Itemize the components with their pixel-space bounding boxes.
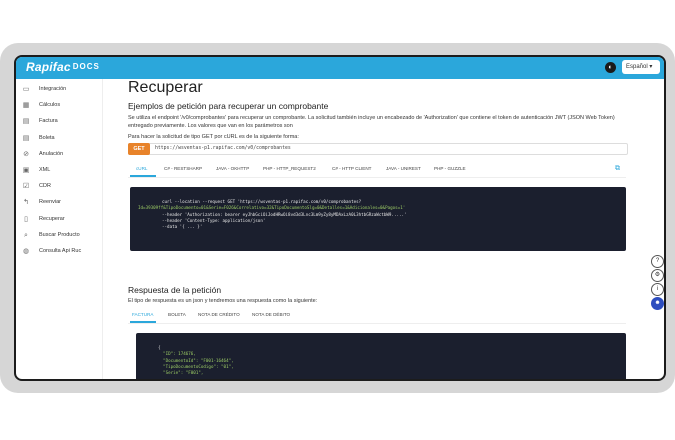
code-line: --data '{ ... }' bbox=[162, 224, 203, 230]
sidebar-item-factura[interactable]: ▤ Factura bbox=[22, 115, 58, 127]
sidebar-item-label: Factura bbox=[39, 118, 58, 125]
sidebar-item-integración[interactable]: ▭ Integración bbox=[22, 83, 67, 95]
tab-php-guzzle[interactable]: PHP - GUZZLE bbox=[434, 166, 466, 171]
sidebar-icon: ▭ bbox=[22, 86, 30, 93]
tab-boleta[interactable]: BOLETA bbox=[168, 312, 186, 317]
section-description: Se utiliza el endpoint '/v0/comprobantes… bbox=[128, 115, 615, 129]
sidebar-item-xml[interactable]: ▣ XML bbox=[22, 164, 51, 176]
app-window: Rapifac DOCS ◐ Español ▾ ▭ Integración ▦ Cál… bbox=[14, 55, 666, 381]
sidebar-item-boleta[interactable]: ▤ Boleta bbox=[22, 132, 55, 144]
tab-java-unirest[interactable]: JAVA - UNIREST bbox=[386, 166, 421, 171]
help-icon[interactable]: ? bbox=[651, 255, 664, 268]
tab-nota-de-crédito[interactable]: NOTA DE CRÉDITO bbox=[198, 312, 240, 317]
active-tab-indicator bbox=[130, 175, 156, 177]
request-code-block: curl --location --request GET 'https://w… bbox=[130, 187, 626, 251]
info-icon[interactable]: i bbox=[651, 283, 664, 296]
tab-java-okhttp[interactable]: JAVA - OKHTTP bbox=[216, 166, 249, 171]
endpoint-bar: GET https://wsventas-p1.rapifac.com/v0/c… bbox=[128, 143, 628, 155]
code-line: "DocumentoId": "F001-16464", bbox=[158, 357, 234, 363]
sidebar-icon: ⊘ bbox=[23, 150, 29, 158]
sidebar-item-label: Anulación bbox=[39, 150, 64, 157]
response-code-block: { "ID": 174676, "DocumentoId": "F001-164… bbox=[136, 333, 626, 379]
request-tabs: ⧉ cURL C# - RESTSHARP JAVA - OKHTTP PHP - H… bbox=[128, 163, 626, 178]
sidebar-item-recuperar[interactable]: ▯ Recuperar bbox=[22, 213, 65, 225]
main-content: Recuperar Ejemplos de petición para recu… bbox=[128, 79, 648, 379]
response-code: { "ID": 174676, "DocumentoId": "F001-164… bbox=[158, 345, 234, 376]
sidebar-icon: ↰ bbox=[23, 199, 29, 207]
sidebar-item-label: Reenviar bbox=[39, 199, 62, 206]
sidebar-icon: ☑ bbox=[22, 183, 30, 191]
tab-c-restsharp[interactable]: C# - RESTSHARP bbox=[164, 166, 202, 171]
tab-php-http-request2[interactable]: PHP - HTTP_REQUEST2 bbox=[263, 166, 316, 171]
sidebar-item-label: CDR bbox=[39, 183, 51, 190]
response-tabs: FACTURA BOLETA NOTA DE CRÉDITO NOTA DE DÉBI… bbox=[128, 309, 626, 324]
sidebar-item-buscar-producto[interactable]: ⌕ Buscar Producto bbox=[22, 229, 80, 241]
sidebar-icon: ◍ bbox=[22, 248, 30, 255]
settings-icon[interactable]: ⚙ bbox=[651, 269, 664, 282]
sidebar-icon: ⌕ bbox=[24, 231, 28, 239]
sidebar-item-label: Cálculos bbox=[39, 102, 61, 109]
section-title-examples: Ejemplos de petición para recuperar un c… bbox=[128, 101, 329, 111]
code-line: Id=39309ff&TipoDocumento=01&Serie=F026&C… bbox=[138, 205, 406, 211]
sidebar-item-label: XML bbox=[39, 167, 51, 173]
sidebar-icon: ▣ bbox=[22, 167, 30, 174]
section-description-curl: Para hacer la solicitud de tipo GET por … bbox=[128, 134, 299, 140]
sidebar-icon: ▤ bbox=[22, 118, 30, 126]
sidebar-item-label: Consulta Api Ruc bbox=[39, 248, 82, 254]
page-title: Recuperar bbox=[128, 79, 203, 96]
section-title-response: Respuesta de la petición bbox=[128, 285, 222, 295]
sidebar-item-anulación[interactable]: ⊘ Anulación bbox=[22, 148, 63, 160]
contrast-icon[interactable]: ◐ bbox=[605, 62, 616, 73]
sidebar: ▭ Integración ▦ Cálculos ▤ Factura ▤ Boleta ⊘ Anu… bbox=[16, 79, 103, 379]
top-bar: Rapifac DOCS ◐ Español ▾ bbox=[16, 57, 664, 79]
sidebar-item-label: Integración bbox=[39, 86, 67, 92]
sidebar-item-label: Recuperar bbox=[39, 215, 65, 222]
language-select[interactable]: Español ▾ bbox=[622, 60, 660, 74]
sidebar-item-cálculos[interactable]: ▦ Cálculos bbox=[22, 99, 60, 111]
sidebar-icon: ▤ bbox=[22, 134, 30, 142]
sidebar-item-label: Boleta bbox=[39, 134, 55, 141]
sidebar-item-reenviar[interactable]: ↰ Reenviar bbox=[22, 196, 61, 208]
sidebar-item-consulta-api-ruc[interactable]: ◍ Consulta Api Ruc bbox=[22, 245, 81, 257]
logo[interactable]: Rapifac DOCS bbox=[26, 60, 100, 74]
request-code: curl --location --request GET 'https://w… bbox=[138, 199, 407, 230]
code-line: "Serie": "F001", bbox=[158, 370, 204, 376]
sidebar-icon: ▦ bbox=[22, 102, 30, 110]
sidebar-item-cdr[interactable]: ☑ CDR bbox=[22, 180, 51, 192]
logo-suffix: DOCS bbox=[72, 62, 100, 71]
sidebar-item-label: Buscar Producto bbox=[39, 231, 80, 238]
active-tab-indicator bbox=[130, 321, 156, 323]
response-description: El tipo de respuesta es un json y tendre… bbox=[128, 298, 318, 304]
endpoint-url[interactable]: https://wsventas-p1.rapifac.com/v0/compr… bbox=[155, 145, 291, 153]
method-badge: GET bbox=[128, 143, 150, 155]
tab-curl[interactable]: cURL bbox=[136, 166, 148, 171]
logo-text: Rapifac bbox=[26, 60, 71, 74]
chat-icon[interactable]: ☻ bbox=[651, 297, 664, 310]
copy-icon[interactable]: ⧉ bbox=[615, 165, 620, 173]
code-line: --header 'Authorization: bearer eyJhbGci… bbox=[162, 211, 407, 217]
tab-factura[interactable]: FACTURA bbox=[132, 312, 153, 317]
sidebar-icon: ▯ bbox=[24, 215, 28, 223]
tab-nota-de-débito[interactable]: NOTA DE DÉBITO bbox=[252, 312, 290, 317]
tab-c-http-client[interactable]: C# - HTTP CLIENT bbox=[332, 166, 371, 171]
